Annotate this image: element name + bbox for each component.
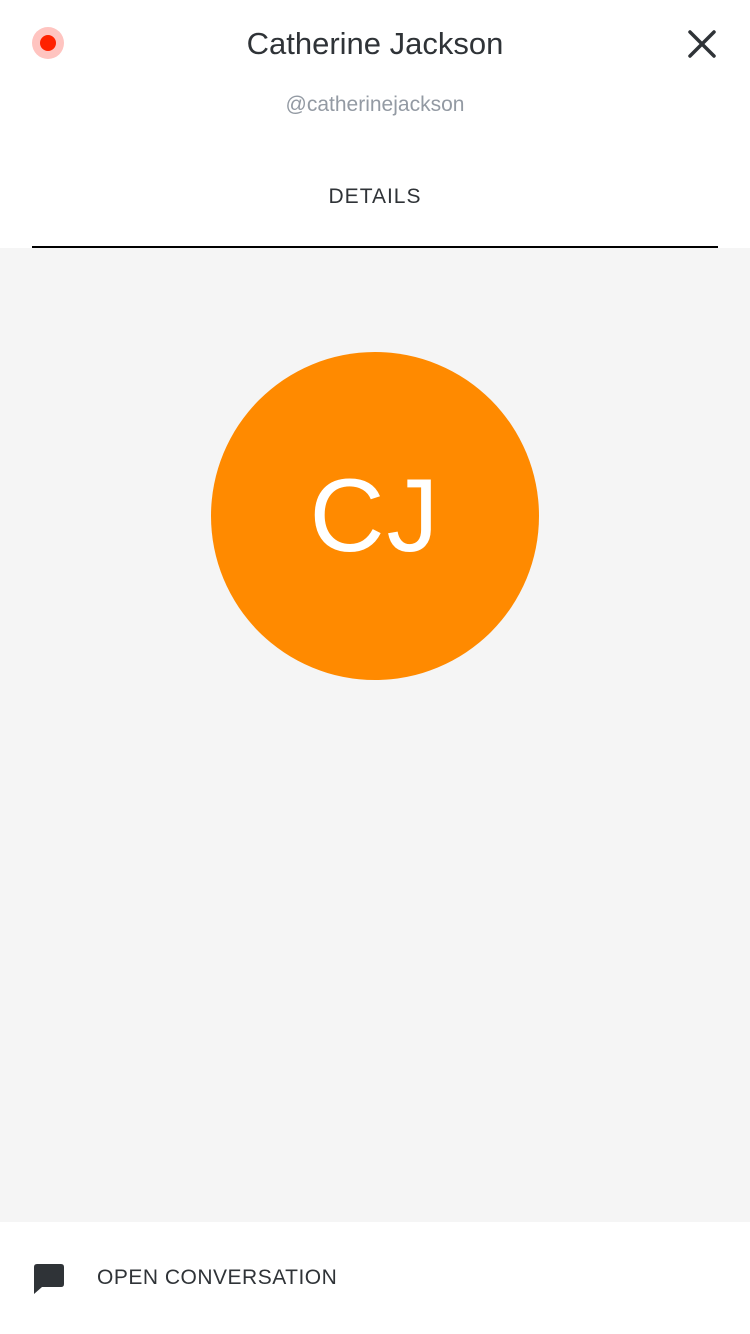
footer-bar: OPEN CONVERSATION [0, 1222, 750, 1334]
profile-handle: @catherinejackson [285, 93, 465, 116]
avatar-initials: CJ [309, 458, 441, 574]
close-button[interactable] [682, 24, 722, 64]
profile-name: Catherine Jackson [246, 26, 504, 61]
open-conversation-label: OPEN CONVERSATION [97, 1266, 338, 1289]
profile-header: Catherine Jackson @catherinejackson DETA… [0, 0, 750, 248]
tab-details-label: DETAILS [328, 185, 422, 208]
details-panel: CJ [0, 248, 750, 1222]
chat-bubble-icon [34, 1264, 64, 1294]
tab-details[interactable]: DETAILS [32, 160, 718, 248]
profile-screen: Catherine Jackson @catherinejackson DETA… [0, 0, 750, 1334]
avatar: CJ [211, 352, 539, 680]
open-conversation-button[interactable]: OPEN CONVERSATION [0, 1222, 750, 1334]
close-icon [688, 30, 716, 58]
